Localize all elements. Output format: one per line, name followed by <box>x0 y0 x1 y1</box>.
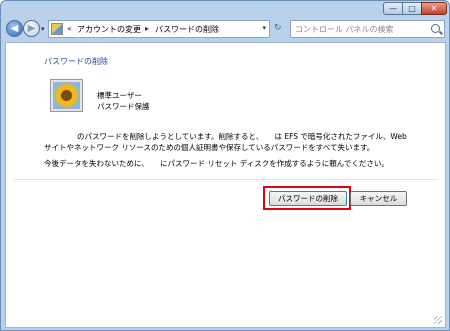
address-overflow-chevron[interactable]: « <box>67 24 72 33</box>
minimize-button[interactable]: — <box>383 2 403 15</box>
cancel-button[interactable]: キャンセル <box>350 191 407 206</box>
refresh-icon[interactable]: ↻ <box>274 23 282 33</box>
close-button[interactable]: ✕ <box>421 2 447 15</box>
address-dropdown-icon[interactable]: ▾ <box>262 24 266 32</box>
advice-text: 今後データを失わないために、 にパスワード リセット ディスクを作成するように頼… <box>44 159 389 168</box>
search-input[interactable]: コントロール パネルの検索 <box>290 20 445 38</box>
content-pane: パスワードの削除 標準ユーザー パスワード保護 のパスワードを削除しようとしてい… <box>5 42 446 328</box>
divider <box>14 179 438 180</box>
back-button[interactable]: ◀ <box>6 20 23 37</box>
breadcrumb-separator[interactable]: ▸ <box>145 24 149 33</box>
breadcrumb-remove-password[interactable]: パスワードの削除 <box>155 24 219 35</box>
title-bar: — □ ✕ <box>1 1 450 17</box>
forward-button[interactable]: ▶ <box>23 20 40 37</box>
address-bar[interactable]: « アカウントの変更 ▸ パスワードの削除 ▾ <box>48 20 270 38</box>
page-title: パスワードの削除 <box>44 57 108 66</box>
sunflower-avatar-icon <box>51 80 82 111</box>
search-placeholder: コントロール パネルの検索 <box>295 25 394 34</box>
recent-pages-dropdown[interactable]: ▾ <box>41 25 45 33</box>
control-panel-icon <box>51 23 63 35</box>
password-status-label: パスワード保護 <box>97 102 150 111</box>
window-frame: — □ ✕ ◀ ▶ ▾ « アカウントの変更 ▸ パスワードの削除 ▾ ↻ コン… <box>0 0 450 331</box>
warning-text-line1: のパスワードを削除しようとしています。削除すると、 は EFS で暗号化されたフ… <box>77 132 407 141</box>
remove-password-button[interactable]: パスワードの削除 <box>269 191 347 206</box>
maximize-button[interactable]: □ <box>402 2 422 15</box>
navigation-bar: ◀ ▶ ▾ « アカウントの変更 ▸ パスワードの削除 ▾ ↻ コントロール パ… <box>1 17 450 41</box>
warning-text-line2: サイトやネットワーク リソースのための個人証明書や保存しているパスワードをすべて… <box>44 143 375 152</box>
account-type-label: 標準ユーザー <box>97 91 142 100</box>
breadcrumb-change-account[interactable]: アカウントの変更 <box>77 24 141 35</box>
resize-grip[interactable] <box>434 316 442 324</box>
search-icon[interactable] <box>431 24 440 33</box>
